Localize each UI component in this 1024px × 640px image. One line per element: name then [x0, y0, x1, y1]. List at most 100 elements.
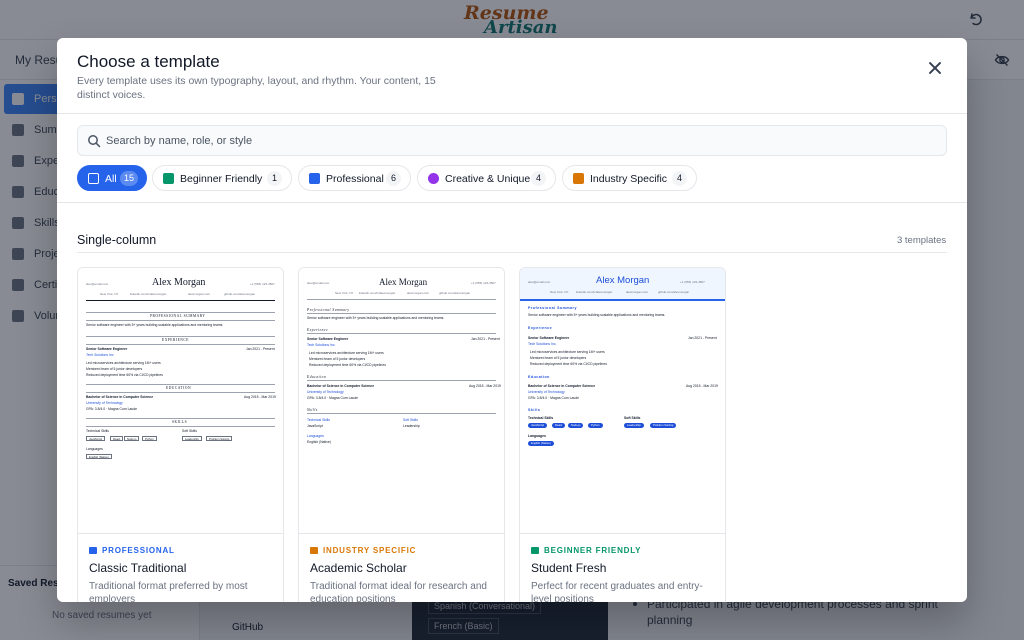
resume-linkedin: linkedin.com/in/alexmorgan: [576, 290, 613, 294]
template-info: INDUSTRY SPECIFIC Academic Scholar Tradi…: [299, 534, 504, 602]
skill-pill: Node.js: [124, 436, 140, 441]
resume-section-experience: Experience: [307, 328, 329, 332]
template-card-student-fresh[interactable]: alex@email.com Alex Morgan +1 (555) 123-…: [519, 267, 726, 602]
resume-section-skills: Skills: [172, 420, 188, 424]
section-title: Single-column: [77, 233, 157, 247]
resume-company: Tech Solutions Inc.: [307, 343, 336, 347]
resume-location: New York, NY: [100, 292, 119, 296]
resume-soft-skills-label: Soft Skills: [624, 416, 641, 420]
resume-job-dates: Jan 2021 - Present: [471, 337, 500, 341]
close-icon[interactable]: [925, 58, 945, 78]
resume-phone: +1 (555) 123-4567: [250, 282, 275, 286]
filter-count: 6: [386, 171, 401, 186]
resume-email: alex@email.com: [528, 280, 551, 284]
resume-website: alexmorgan.com: [626, 290, 649, 294]
template-description: Traditional format ideal for research an…: [310, 581, 487, 602]
resume-section-education: Education: [528, 375, 550, 379]
search-input[interactable]: [106, 126, 936, 155]
template-preview: alex@email.com Alex Morgan +1 (555) 123-…: [520, 268, 725, 534]
grid-icon: [88, 173, 99, 184]
resume-phone: +1 (555) 123-4567: [680, 280, 705, 284]
filter-chip-beginner-friendly[interactable]: Beginner Friendly 1: [152, 165, 292, 191]
template-category: BEGINNER FRIENDLY: [531, 546, 641, 555]
resume-summary: Senior software engineer with 5+ years b…: [528, 313, 666, 317]
skill-pill: React: [552, 423, 566, 428]
skill-pill: React: [110, 436, 124, 441]
resume-bullet: Reduced deployment time 60% via CI/CD pi…: [309, 363, 386, 367]
resume-job-dates: Jan 2021 - Present: [246, 347, 275, 351]
resume-bullet: Reduced deployment time 60% via CI/CD pi…: [530, 362, 607, 366]
resume-summary: Senior software engineer with 5+ years b…: [307, 316, 445, 320]
resume-bullet: Led microservices architecture serving 1…: [530, 350, 605, 354]
resume-tech-skills: JavaScript: [307, 424, 323, 428]
resume-school: University of Technology: [528, 390, 565, 394]
resume-location: New York, NY: [550, 290, 569, 294]
modal-subtitle: Every template uses its own typography, …: [77, 75, 436, 101]
resume-tech-skills-label: Technical Skills: [307, 418, 330, 422]
skill-pill: Problem Solving: [206, 436, 233, 441]
resume-languages-label: Languages: [528, 434, 546, 438]
template-card-academic-scholar[interactable]: alex@email.com Alex Morgan +1 (555) 123-…: [298, 267, 505, 602]
resume-bullet: Mentored team of 5 junior developers: [530, 356, 587, 360]
graduation-cap-icon: [531, 547, 539, 554]
resume-soft-skills: Leadership: [403, 424, 420, 428]
filter-count: 1: [267, 171, 282, 186]
resume-thumbnail: alex@email.com Alex Morgan +1 (555) 123-…: [78, 268, 283, 533]
filter-chip-creative-unique[interactable]: Creative & Unique 4: [417, 165, 556, 191]
template-card-classic-traditional[interactable]: alex@email.com Alex Morgan +1 (555) 123-…: [77, 267, 284, 602]
resume-bullet: Reduced deployment time 60% via CI/CD pi…: [86, 373, 163, 377]
template-chooser-modal: Choose a template Every template uses it…: [57, 38, 967, 602]
resume-summary: Senior software engineer with 5+ years b…: [86, 323, 224, 327]
skill-pill: Python: [142, 436, 157, 441]
resume-name: Alex Morgan: [379, 277, 428, 287]
resume-phone: +1 (555) 123-4567: [471, 281, 496, 285]
resume-website: alexmorgan.com: [407, 291, 430, 295]
template-info: BEGINNER FRIENDLY Student Fresh Perfect …: [520, 534, 725, 602]
resume-edu-dates: Aug 2015 - Mar 2019: [686, 384, 718, 388]
briefcase-icon: [89, 547, 97, 554]
resume-job-dates: Jan 2021 - Present: [688, 336, 717, 340]
skill-pill: Leadership: [624, 423, 644, 428]
resume-section-summary: Professional Summary: [150, 314, 206, 318]
resume-section-experience: Experience: [528, 326, 553, 330]
resume-company: Tech Solutions Inc.: [528, 342, 557, 346]
resume-company: Tech Solutions Inc.: [86, 353, 115, 357]
skill-pill: Node.js: [568, 423, 584, 428]
resume-github: github.com/alexmorgan: [224, 292, 256, 296]
resume-bullet: Led microservices architecture serving 1…: [309, 351, 384, 355]
graduation-cap-icon: [163, 173, 174, 184]
resume-section-experience: Experience: [162, 338, 189, 342]
skill-pill: JavaScript: [528, 423, 548, 428]
resume-tech-skills-label: Technical Skills: [528, 416, 554, 420]
filter-chip-industry-specific[interactable]: Industry Specific 4: [562, 165, 697, 191]
filter-chip-all[interactable]: All 15: [77, 165, 147, 191]
template-description: Traditional format preferred by most emp…: [89, 581, 248, 602]
resume-website: alexmorgan.com: [188, 292, 211, 296]
resume-job-title: Senior Software Engineer: [528, 336, 570, 340]
palette-icon: [428, 173, 439, 184]
filter-count: 4: [531, 171, 546, 186]
resume-job-title: Senior Software Engineer: [307, 337, 349, 341]
modal-divider: [57, 202, 967, 203]
resume-languages-label: Languages: [307, 434, 324, 438]
resume-thumbnail: alex@email.com Alex Morgan +1 (555) 123-…: [520, 268, 725, 533]
template-preview: alex@email.com Alex Morgan +1 (555) 123-…: [78, 268, 283, 534]
template-category: PROFESSIONAL: [89, 546, 175, 555]
language-pill: English (Native): [86, 454, 112, 459]
resume-linkedin: linkedin.com/in/alexmorgan: [130, 292, 167, 296]
resume-school: University of Technology: [86, 401, 123, 405]
resume-email: alex@email.com: [307, 281, 330, 285]
resume-job-title: Senior Software Engineer: [86, 347, 128, 351]
template-search: [77, 125, 947, 156]
template-preview: alex@email.com Alex Morgan +1 (555) 123-…: [299, 268, 504, 534]
resume-section-skills: Skills: [528, 408, 541, 412]
resume-github: github.com/alexmorgan: [439, 291, 471, 295]
resume-tech-skills-label: Technical Skills: [86, 429, 109, 433]
resume-school: University of Technology: [307, 390, 344, 394]
resume-soft-skills-label: Soft Skills: [403, 418, 418, 422]
template-info: PROFESSIONAL Classic Traditional Traditi…: [78, 534, 283, 602]
section-divider: [77, 252, 947, 253]
filter-chip-professional[interactable]: Professional 6: [298, 165, 411, 191]
template-name: Student Fresh: [531, 561, 607, 575]
template-name: Academic Scholar: [310, 561, 407, 575]
